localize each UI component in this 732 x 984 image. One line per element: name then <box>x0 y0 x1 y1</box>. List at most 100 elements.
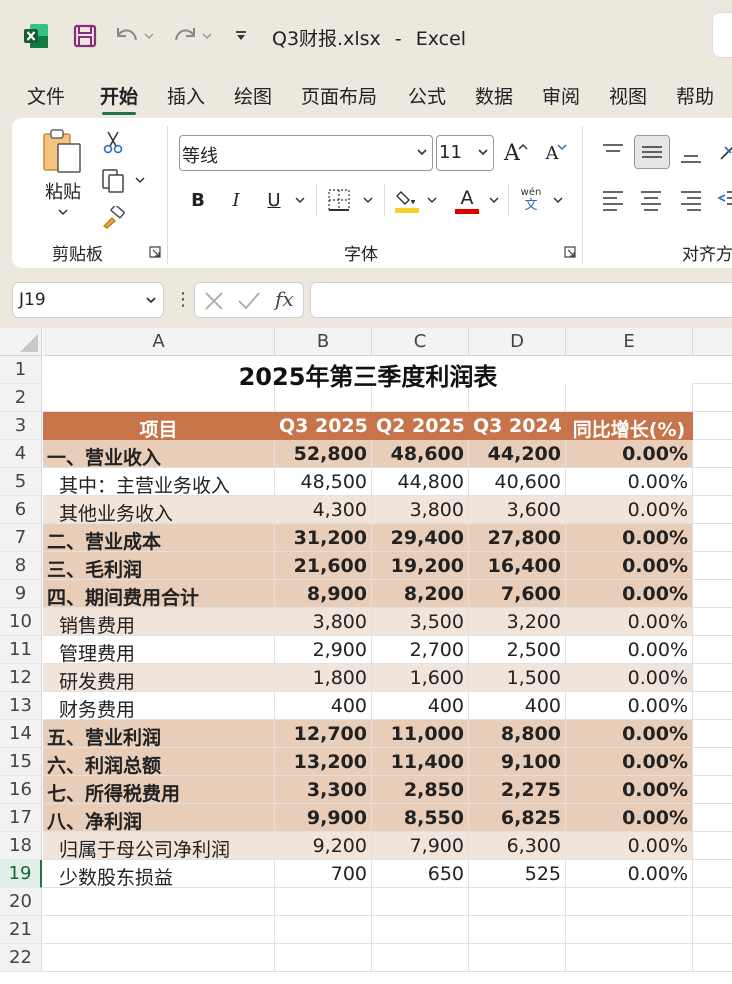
decrease-font-size-button[interactable]: A <box>542 138 570 168</box>
value-cell[interactable]: 2,900 <box>275 636 372 664</box>
value-cell[interactable]: 0.00% <box>566 832 693 860</box>
value-cell[interactable]: 9,900 <box>275 804 372 832</box>
row-label-cell[interactable]: 六、利润总额 <box>43 748 275 776</box>
align-left-icon[interactable] <box>596 184 630 216</box>
value-cell[interactable]: 29,400 <box>372 524 469 552</box>
borders-dropdown-icon[interactable] <box>362 194 374 206</box>
phonetic-guide-button[interactable]: wén 文 <box>516 184 546 216</box>
value-cell[interactable]: 12,700 <box>275 720 372 748</box>
row-label-cell[interactable]: 研发费用 <box>43 664 275 692</box>
row-header-3[interactable]: 3 <box>0 412 42 440</box>
row-header-11[interactable]: 11 <box>0 636 42 664</box>
cell[interactable] <box>693 608 732 636</box>
underline-dropdown-icon[interactable] <box>294 194 306 206</box>
tab-review[interactable]: 审阅 <box>542 82 580 109</box>
value-cell[interactable]: 8,900 <box>275 580 372 608</box>
paste-button[interactable]: 粘贴 <box>38 128 88 228</box>
value-cell[interactable]: 7,900 <box>372 832 469 860</box>
font-color-button[interactable]: A <box>452 184 482 216</box>
align-center-icon[interactable] <box>634 184 668 216</box>
phonetic-dropdown-icon[interactable] <box>552 194 564 206</box>
value-cell[interactable]: 7,600 <box>469 580 566 608</box>
orientation-icon[interactable] <box>714 136 732 168</box>
cell[interactable] <box>693 776 732 804</box>
table-header-cell[interactable]: Q3 2024 <box>469 412 566 440</box>
row-header-20[interactable]: 20 <box>0 888 42 916</box>
font-size-select[interactable]: 11 <box>436 135 494 171</box>
value-cell[interactable]: 700 <box>275 860 372 888</box>
cell[interactable] <box>693 804 732 832</box>
table-header-cell[interactable]: Q2 2025 <box>372 412 469 440</box>
value-cell[interactable]: 0.00% <box>566 776 693 804</box>
column-header-f[interactable] <box>693 328 732 356</box>
italic-button[interactable]: I <box>222 186 250 214</box>
value-cell[interactable]: 0.00% <box>566 664 693 692</box>
row-label-cell[interactable]: 八、净利润 <box>43 804 275 832</box>
value-cell[interactable]: 52,800 <box>275 440 372 468</box>
value-cell[interactable]: 0.00% <box>566 748 693 776</box>
value-cell[interactable]: 3,200 <box>469 608 566 636</box>
value-cell[interactable]: 2,700 <box>372 636 469 664</box>
cell[interactable] <box>275 888 372 916</box>
value-cell[interactable]: 0.00% <box>566 692 693 720</box>
font-launcher-icon[interactable] <box>564 246 576 258</box>
value-cell[interactable]: 3,800 <box>372 496 469 524</box>
cell[interactable] <box>566 944 693 972</box>
borders-icon[interactable] <box>324 186 354 214</box>
row-header-13[interactable]: 13 <box>0 692 42 720</box>
row-label-cell[interactable]: 管理费用 <box>43 636 275 664</box>
row-label-cell[interactable]: 一、营业收入 <box>43 440 275 468</box>
value-cell[interactable]: 3,500 <box>372 608 469 636</box>
fill-color-icon[interactable] <box>392 184 422 216</box>
underline-button[interactable]: U <box>260 186 288 214</box>
column-header-c[interactable]: C <box>372 328 469 356</box>
name-box[interactable]: J19 <box>12 282 164 318</box>
column-header-a[interactable]: A <box>43 328 275 356</box>
cell[interactable] <box>693 524 732 552</box>
row-header-16[interactable]: 16 <box>0 776 42 804</box>
cancel-icon[interactable] <box>203 290 225 312</box>
bold-button[interactable]: B <box>184 186 212 214</box>
cell[interactable] <box>469 944 566 972</box>
value-cell[interactable]: 27,800 <box>469 524 566 552</box>
row-label-cell[interactable]: 四、期间费用合计 <box>43 580 275 608</box>
row-header-17[interactable]: 17 <box>0 804 42 832</box>
value-cell[interactable]: 8,550 <box>372 804 469 832</box>
value-cell[interactable]: 44,200 <box>469 440 566 468</box>
value-cell[interactable]: 0.00% <box>566 552 693 580</box>
tab-insert[interactable]: 插入 <box>167 82 205 109</box>
cell[interactable] <box>693 944 732 972</box>
column-header-e[interactable]: E <box>566 328 693 356</box>
formula-input[interactable] <box>310 282 732 318</box>
row-header-10[interactable]: 10 <box>0 608 42 636</box>
value-cell[interactable]: 0.00% <box>566 524 693 552</box>
cell[interactable] <box>693 748 732 776</box>
value-cell[interactable]: 3,600 <box>469 496 566 524</box>
value-cell[interactable]: 0.00% <box>566 496 693 524</box>
font-name-select[interactable]: 等线 <box>179 135 433 171</box>
row-label-cell[interactable]: 归属于母公司净利润 <box>43 832 275 860</box>
cell[interactable] <box>693 832 732 860</box>
value-cell[interactable]: 40,600 <box>469 468 566 496</box>
value-cell[interactable]: 9,100 <box>469 748 566 776</box>
row-label-cell[interactable]: 财务费用 <box>43 692 275 720</box>
value-cell[interactable]: 0.00% <box>566 636 693 664</box>
tab-help[interactable]: 帮助 <box>676 82 714 109</box>
value-cell[interactable]: 8,200 <box>372 580 469 608</box>
paste-dropdown-icon[interactable] <box>58 208 68 216</box>
format-painter-icon[interactable] <box>98 204 128 232</box>
row-label-cell[interactable]: 二、营业成本 <box>43 524 275 552</box>
redo-dropdown-icon[interactable] <box>200 20 214 52</box>
value-cell[interactable]: 525 <box>469 860 566 888</box>
tab-page-layout[interactable]: 页面布局 <box>301 82 377 109</box>
table-header-cell[interactable]: 项目 <box>43 412 275 440</box>
cell[interactable] <box>275 916 372 944</box>
value-cell[interactable]: 11,400 <box>372 748 469 776</box>
cell[interactable] <box>693 916 732 944</box>
cell[interactable] <box>693 384 732 412</box>
cell[interactable] <box>372 916 469 944</box>
tab-view[interactable]: 视图 <box>609 82 647 109</box>
row-header-9[interactable]: 9 <box>0 580 42 608</box>
value-cell[interactable]: 0.00% <box>566 608 693 636</box>
value-cell[interactable]: 0.00% <box>566 804 693 832</box>
